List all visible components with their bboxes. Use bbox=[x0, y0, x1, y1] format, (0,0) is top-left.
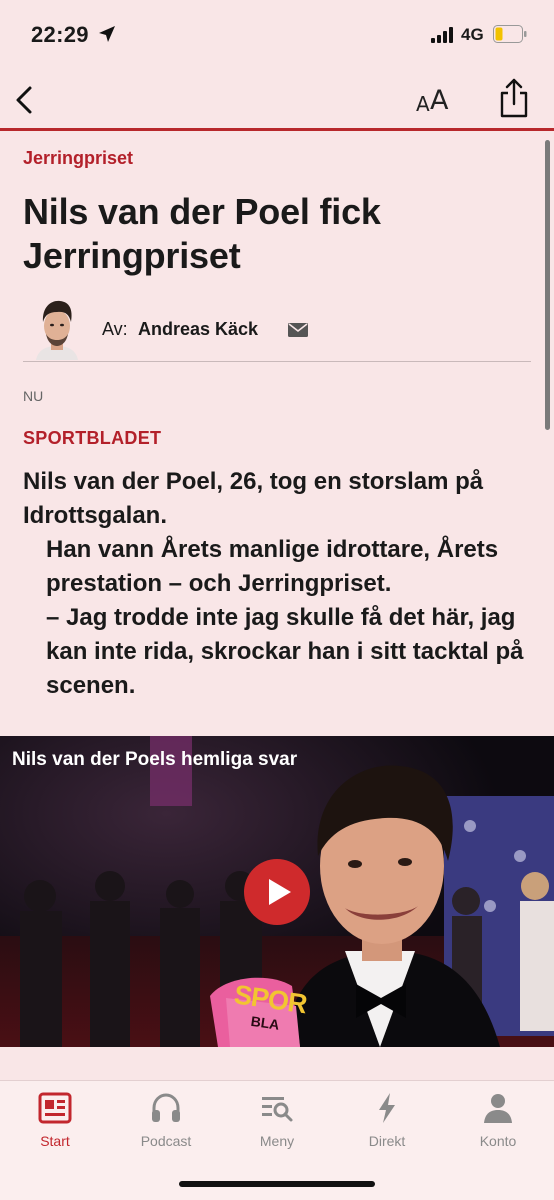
lead-paragraph: – Jag trodde inte jag skulle få det här,… bbox=[46, 604, 524, 699]
mail-icon[interactable] bbox=[288, 322, 308, 338]
network-type: 4G bbox=[461, 25, 484, 44]
byline-prefix: Av: bbox=[102, 319, 128, 339]
lightning-icon bbox=[379, 1093, 395, 1123]
signal-icon bbox=[431, 27, 453, 43]
location-arrow-icon bbox=[99, 26, 115, 42]
video-player[interactable]: SPOR BLA Nils van der Poels hemliga svar bbox=[0, 736, 554, 1047]
lead-paragraph: Han vann Årets manlige idrottare, Årets … bbox=[46, 536, 499, 597]
menu-search-icon bbox=[262, 1097, 293, 1122]
article-kicker[interactable]: Jerringpriset bbox=[23, 148, 133, 169]
home-indicator[interactable] bbox=[179, 1181, 375, 1187]
section-label: SPORTBLADET bbox=[23, 428, 162, 448]
tab-konto[interactable]: Konto bbox=[448, 1091, 548, 1161]
article-lead: Nils van der Poel, 26, tog en storslam p… bbox=[23, 465, 538, 703]
tab-label: Konto bbox=[479, 1133, 517, 1149]
byline: Av: Andreas Käck bbox=[23, 292, 531, 362]
lead-paragraph: Nils van der Poel, 26, tog en storslam p… bbox=[23, 468, 484, 529]
tab-podcast[interactable]: Podcast bbox=[116, 1091, 216, 1161]
battery-icon bbox=[493, 25, 527, 43]
article-toolbar: A A bbox=[0, 70, 554, 130]
back-chevron-icon[interactable] bbox=[8, 78, 38, 118]
status-bar: 22:29 4G bbox=[0, 0, 554, 70]
author-avatar[interactable] bbox=[32, 294, 82, 360]
play-icon bbox=[269, 879, 291, 905]
text-size-big-label: A bbox=[430, 85, 449, 116]
tab-start[interactable]: Start bbox=[5, 1091, 105, 1161]
author-name[interactable]: Andreas Käck bbox=[138, 319, 258, 340]
tab-label: Podcast bbox=[140, 1133, 192, 1149]
toolbar-divider bbox=[0, 128, 554, 131]
video-title: Nils van der Poels hemliga svar bbox=[12, 749, 298, 770]
tab-direkt[interactable]: Direkt bbox=[337, 1091, 437, 1161]
article-headline: Nils van der Poel fick Jerringpriset bbox=[23, 191, 381, 276]
play-button[interactable] bbox=[244, 859, 310, 925]
tab-label: Direkt bbox=[368, 1133, 406, 1149]
scrollbar[interactable] bbox=[545, 140, 550, 430]
status-time: 22:29 bbox=[31, 22, 89, 47]
tab-meny[interactable]: Meny bbox=[227, 1091, 327, 1161]
tab-label: Start bbox=[40, 1133, 70, 1149]
person-icon bbox=[484, 1094, 512, 1123]
text-size-button[interactable]: A A bbox=[412, 82, 456, 118]
share-icon[interactable] bbox=[496, 76, 532, 120]
newspaper-icon bbox=[38, 1092, 72, 1124]
headphones-icon bbox=[152, 1093, 180, 1122]
publish-time: NU bbox=[23, 388, 44, 404]
text-size-small-label: A bbox=[416, 92, 430, 116]
mic-flag-logo: SPOR BLA bbox=[228, 979, 308, 1047]
tab-label: Meny bbox=[259, 1133, 295, 1149]
